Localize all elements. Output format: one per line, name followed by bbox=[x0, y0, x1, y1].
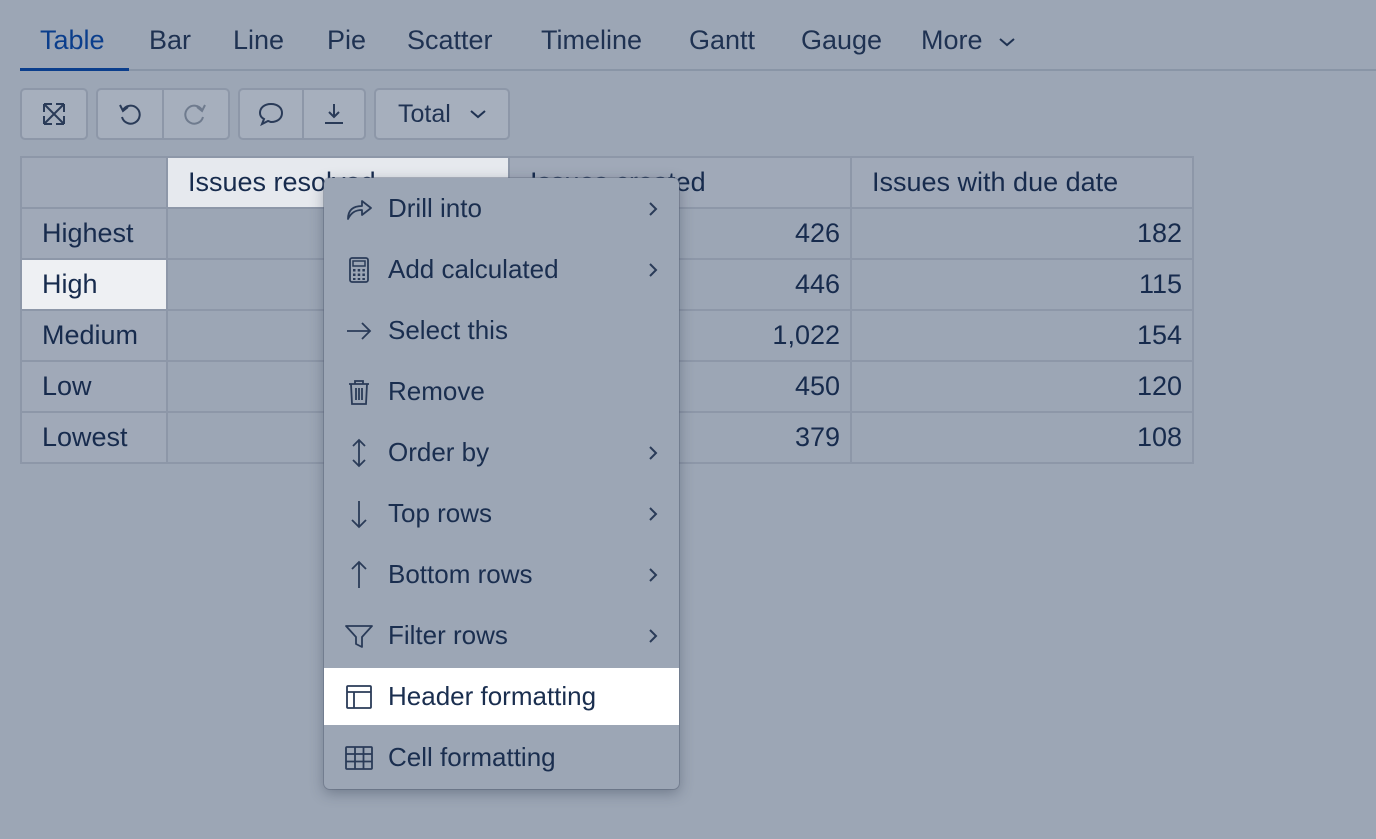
tab-label: Bar bbox=[149, 25, 192, 55]
chevron-down-icon bbox=[999, 38, 1015, 47]
menu-item-label: Cell formatting bbox=[388, 742, 556, 772]
tab-gantt[interactable]: Gantt bbox=[689, 24, 755, 56]
row-header[interactable]: High bbox=[20, 258, 168, 311]
chevron-right-icon bbox=[649, 201, 658, 216]
sort-vertical-icon bbox=[352, 438, 366, 467]
menu-item-order-by[interactable]: Order by bbox=[324, 424, 679, 481]
tab-timeline[interactable]: Timeline bbox=[541, 24, 642, 56]
chevron-right-icon bbox=[649, 628, 658, 643]
download-button[interactable] bbox=[301, 90, 364, 138]
chevron-right-icon bbox=[649, 262, 658, 277]
tab-label: Pie bbox=[327, 25, 367, 55]
tab-label: Scatter bbox=[407, 25, 493, 55]
menu-item-add-calculated[interactable]: Add calculated bbox=[324, 241, 679, 298]
calculator-icon bbox=[349, 256, 369, 283]
total-dropdown[interactable]: Total bbox=[374, 88, 510, 140]
tab-line[interactable]: Line bbox=[233, 24, 284, 56]
table-cell[interactable]: 108 bbox=[850, 411, 1194, 464]
menu-item-label: Bottom rows bbox=[388, 559, 533, 589]
tab-label: Gantt bbox=[689, 25, 756, 55]
undo-button[interactable] bbox=[98, 90, 162, 138]
total-label: Total bbox=[398, 99, 451, 128]
tab-scatter[interactable]: Scatter bbox=[407, 24, 493, 56]
tab-more[interactable]: More bbox=[921, 24, 1016, 56]
redo-icon bbox=[184, 104, 206, 125]
menu-item-remove[interactable]: Remove bbox=[324, 363, 679, 420]
table-cell[interactable]: 120 bbox=[850, 360, 1194, 413]
chevron-right-icon bbox=[649, 567, 658, 582]
undo-icon bbox=[119, 104, 141, 125]
menu-item-label: Header formatting bbox=[388, 681, 597, 711]
cell-format-icon bbox=[345, 745, 373, 770]
arrow-down-icon bbox=[351, 500, 367, 528]
chevron-down-icon bbox=[470, 110, 486, 119]
table-cell[interactable]: 115 bbox=[850, 258, 1194, 311]
menu-item-label: Drill into bbox=[388, 193, 482, 223]
fullscreen-icon bbox=[43, 103, 65, 125]
menu-item-label: Order by bbox=[388, 437, 490, 467]
menu-item-label: Select this bbox=[388, 315, 508, 345]
tab-label: Timeline bbox=[541, 25, 643, 55]
row-header[interactable]: Highest bbox=[20, 207, 168, 260]
menu-item-header-formatting[interactable]: Header formatting bbox=[324, 668, 679, 725]
chevron-right-icon bbox=[649, 506, 658, 521]
tab-gauge[interactable]: Gauge bbox=[801, 24, 882, 56]
filter-icon bbox=[345, 624, 373, 648]
menu-item-drill-into[interactable]: Drill into bbox=[324, 180, 679, 237]
row-header[interactable]: Medium bbox=[20, 309, 168, 362]
chevron-right-icon bbox=[649, 445, 658, 460]
menu-item-label: Remove bbox=[388, 376, 485, 406]
menu-item-label: Top rows bbox=[388, 498, 493, 528]
row-header[interactable]: Lowest bbox=[20, 411, 168, 464]
redo-button[interactable] bbox=[162, 90, 226, 138]
comment-icon bbox=[258, 102, 283, 127]
view-toolbar-group bbox=[20, 88, 88, 140]
menu-item-filter-rows[interactable]: Filter rows bbox=[324, 607, 679, 664]
arrow-right-icon bbox=[347, 321, 372, 340]
tab-label: More bbox=[921, 25, 983, 55]
trash-icon bbox=[349, 379, 369, 405]
menu-item-label: Add calculated bbox=[388, 254, 559, 284]
download-icon bbox=[324, 104, 343, 124]
tab-label: Table bbox=[40, 25, 105, 55]
row-header[interactable]: Low bbox=[20, 360, 168, 413]
active-tab-indicator bbox=[20, 68, 129, 71]
menu-item-label: Filter rows bbox=[388, 620, 508, 650]
tab-label: Gauge bbox=[801, 25, 883, 55]
table-cell[interactable]: 182 bbox=[850, 207, 1194, 260]
history-toolbar-group bbox=[96, 88, 230, 140]
tab-label: Line bbox=[233, 25, 285, 55]
comment-button[interactable] bbox=[240, 90, 302, 138]
share-toolbar-group bbox=[238, 88, 366, 140]
menu-item-select-this[interactable]: Select this bbox=[324, 302, 679, 359]
fullscreen-button[interactable] bbox=[22, 90, 86, 138]
table-cell[interactable]: 154 bbox=[850, 309, 1194, 362]
tab-pie[interactable]: Pie bbox=[327, 24, 366, 56]
share-arrow-icon bbox=[347, 199, 372, 220]
menu-item-cell-formatting[interactable]: Cell formatting bbox=[324, 729, 679, 786]
tab-bar[interactable]: Bar bbox=[149, 24, 191, 56]
chart-type-tabs: Table Bar Line Pie Scatter Timeline Gant… bbox=[20, 0, 1376, 71]
arrow-up-icon bbox=[351, 560, 367, 588]
tab-table[interactable]: Table bbox=[40, 24, 105, 56]
corner-cell bbox=[20, 156, 168, 209]
menu-item-top-rows[interactable]: Top rows bbox=[324, 485, 679, 542]
context-menu: Drill into Add calculated Select this Re… bbox=[324, 178, 679, 789]
column-header-issues-due-date[interactable]: Issues with due date bbox=[850, 156, 1194, 209]
menu-item-bottom-rows[interactable]: Bottom rows bbox=[324, 546, 679, 603]
header-format-icon bbox=[346, 684, 372, 709]
